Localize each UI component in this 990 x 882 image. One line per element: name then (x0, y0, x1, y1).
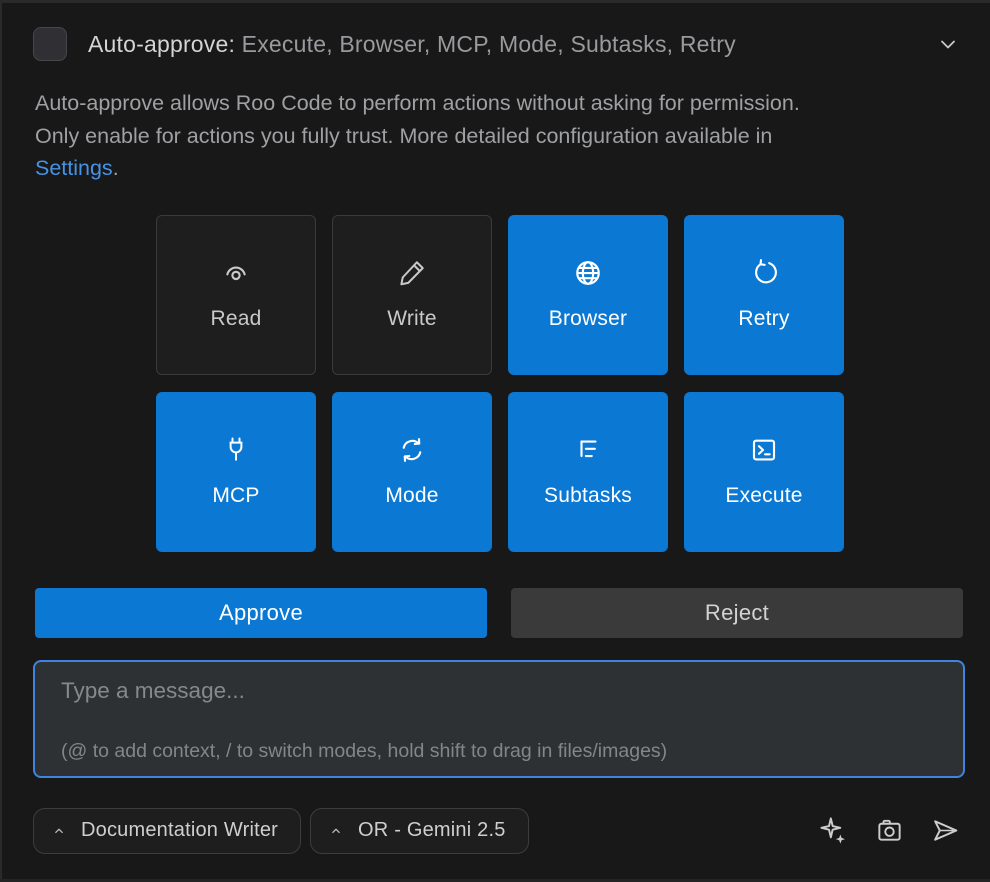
auto-approve-title: Auto-approve: Execute, Browser, MCP, Mod… (88, 31, 736, 58)
composer-hint: (@ to add context, / to switch modes, ho… (61, 740, 943, 763)
eye-icon (221, 258, 251, 288)
description-line: Auto-approve allows Roo Code to perform … (35, 87, 957, 120)
list-tree-icon (573, 435, 603, 465)
send-icon[interactable] (931, 816, 960, 845)
composer-footer: Documentation Writer OR - Gemini 2.5 (33, 808, 960, 854)
reject-button[interactable]: Reject (511, 588, 963, 638)
chevron-up-icon (329, 824, 343, 838)
toggle-label: Execute (725, 484, 802, 508)
panel-top-border (0, 0, 990, 3)
auto-approve-toggle-grid: Read Write Browser Retry MCP Mode Subtasks Exec… (156, 215, 844, 552)
camera-icon[interactable] (875, 816, 904, 845)
sync-icon (397, 435, 427, 465)
toggle-label: Read (210, 307, 261, 331)
toggle-label: Subtasks (544, 484, 632, 508)
auto-approve-header: Auto-approve: Execute, Browser, MCP, Mod… (0, 0, 990, 61)
chevron-up-icon (52, 824, 66, 838)
plug-icon (221, 435, 251, 465)
globe-icon (573, 258, 603, 288)
auto-approve-label: Auto-approve: (88, 31, 235, 57)
action-buttons: Approve Reject (35, 588, 963, 638)
description-line: Settings. (35, 152, 957, 185)
toggle-label: Retry (738, 307, 789, 331)
approve-button[interactable]: Approve (35, 588, 487, 638)
toggle-label: Write (387, 307, 437, 331)
auto-approve-description: Auto-approve allows Roo Code to perform … (35, 87, 957, 185)
toggle-mode[interactable]: Mode (332, 392, 492, 552)
settings-link[interactable]: Settings (35, 156, 113, 180)
toggle-subtasks[interactable]: Subtasks (508, 392, 668, 552)
message-composer[interactable]: (@ to add context, / to switch modes, ho… (33, 660, 965, 778)
toggle-label: Browser (549, 307, 627, 331)
toggle-write[interactable]: Write (332, 215, 492, 375)
auto-approve-checkbox[interactable] (33, 27, 67, 61)
model-selector[interactable]: OR - Gemini 2.5 (310, 808, 528, 854)
auto-approve-summary: Execute, Browser, MCP, Mode, Subtasks, R… (235, 31, 736, 57)
panel-left-border (0, 0, 2, 882)
pencil-icon (397, 258, 427, 288)
toggle-execute[interactable]: Execute (684, 392, 844, 552)
composer-action-icons (819, 816, 960, 845)
message-input[interactable] (35, 662, 963, 734)
toggle-label: Mode (385, 484, 438, 508)
toggle-read[interactable]: Read (156, 215, 316, 375)
sparkle-icon[interactable] (819, 816, 848, 845)
chevron-down-icon[interactable] (936, 32, 960, 56)
description-line: Only enable for actions you fully trust.… (35, 120, 957, 153)
terminal-icon (749, 435, 779, 465)
toggle-mcp[interactable]: MCP (156, 392, 316, 552)
toggle-label: MCP (212, 484, 259, 508)
toggle-browser[interactable]: Browser (508, 215, 668, 375)
description-suffix: . (113, 156, 119, 180)
model-selector-label: OR - Gemini 2.5 (358, 819, 505, 842)
mode-selector-label: Documentation Writer (81, 819, 278, 842)
refresh-icon (749, 258, 779, 288)
mode-selector[interactable]: Documentation Writer (33, 808, 301, 854)
toggle-retry[interactable]: Retry (684, 215, 844, 375)
